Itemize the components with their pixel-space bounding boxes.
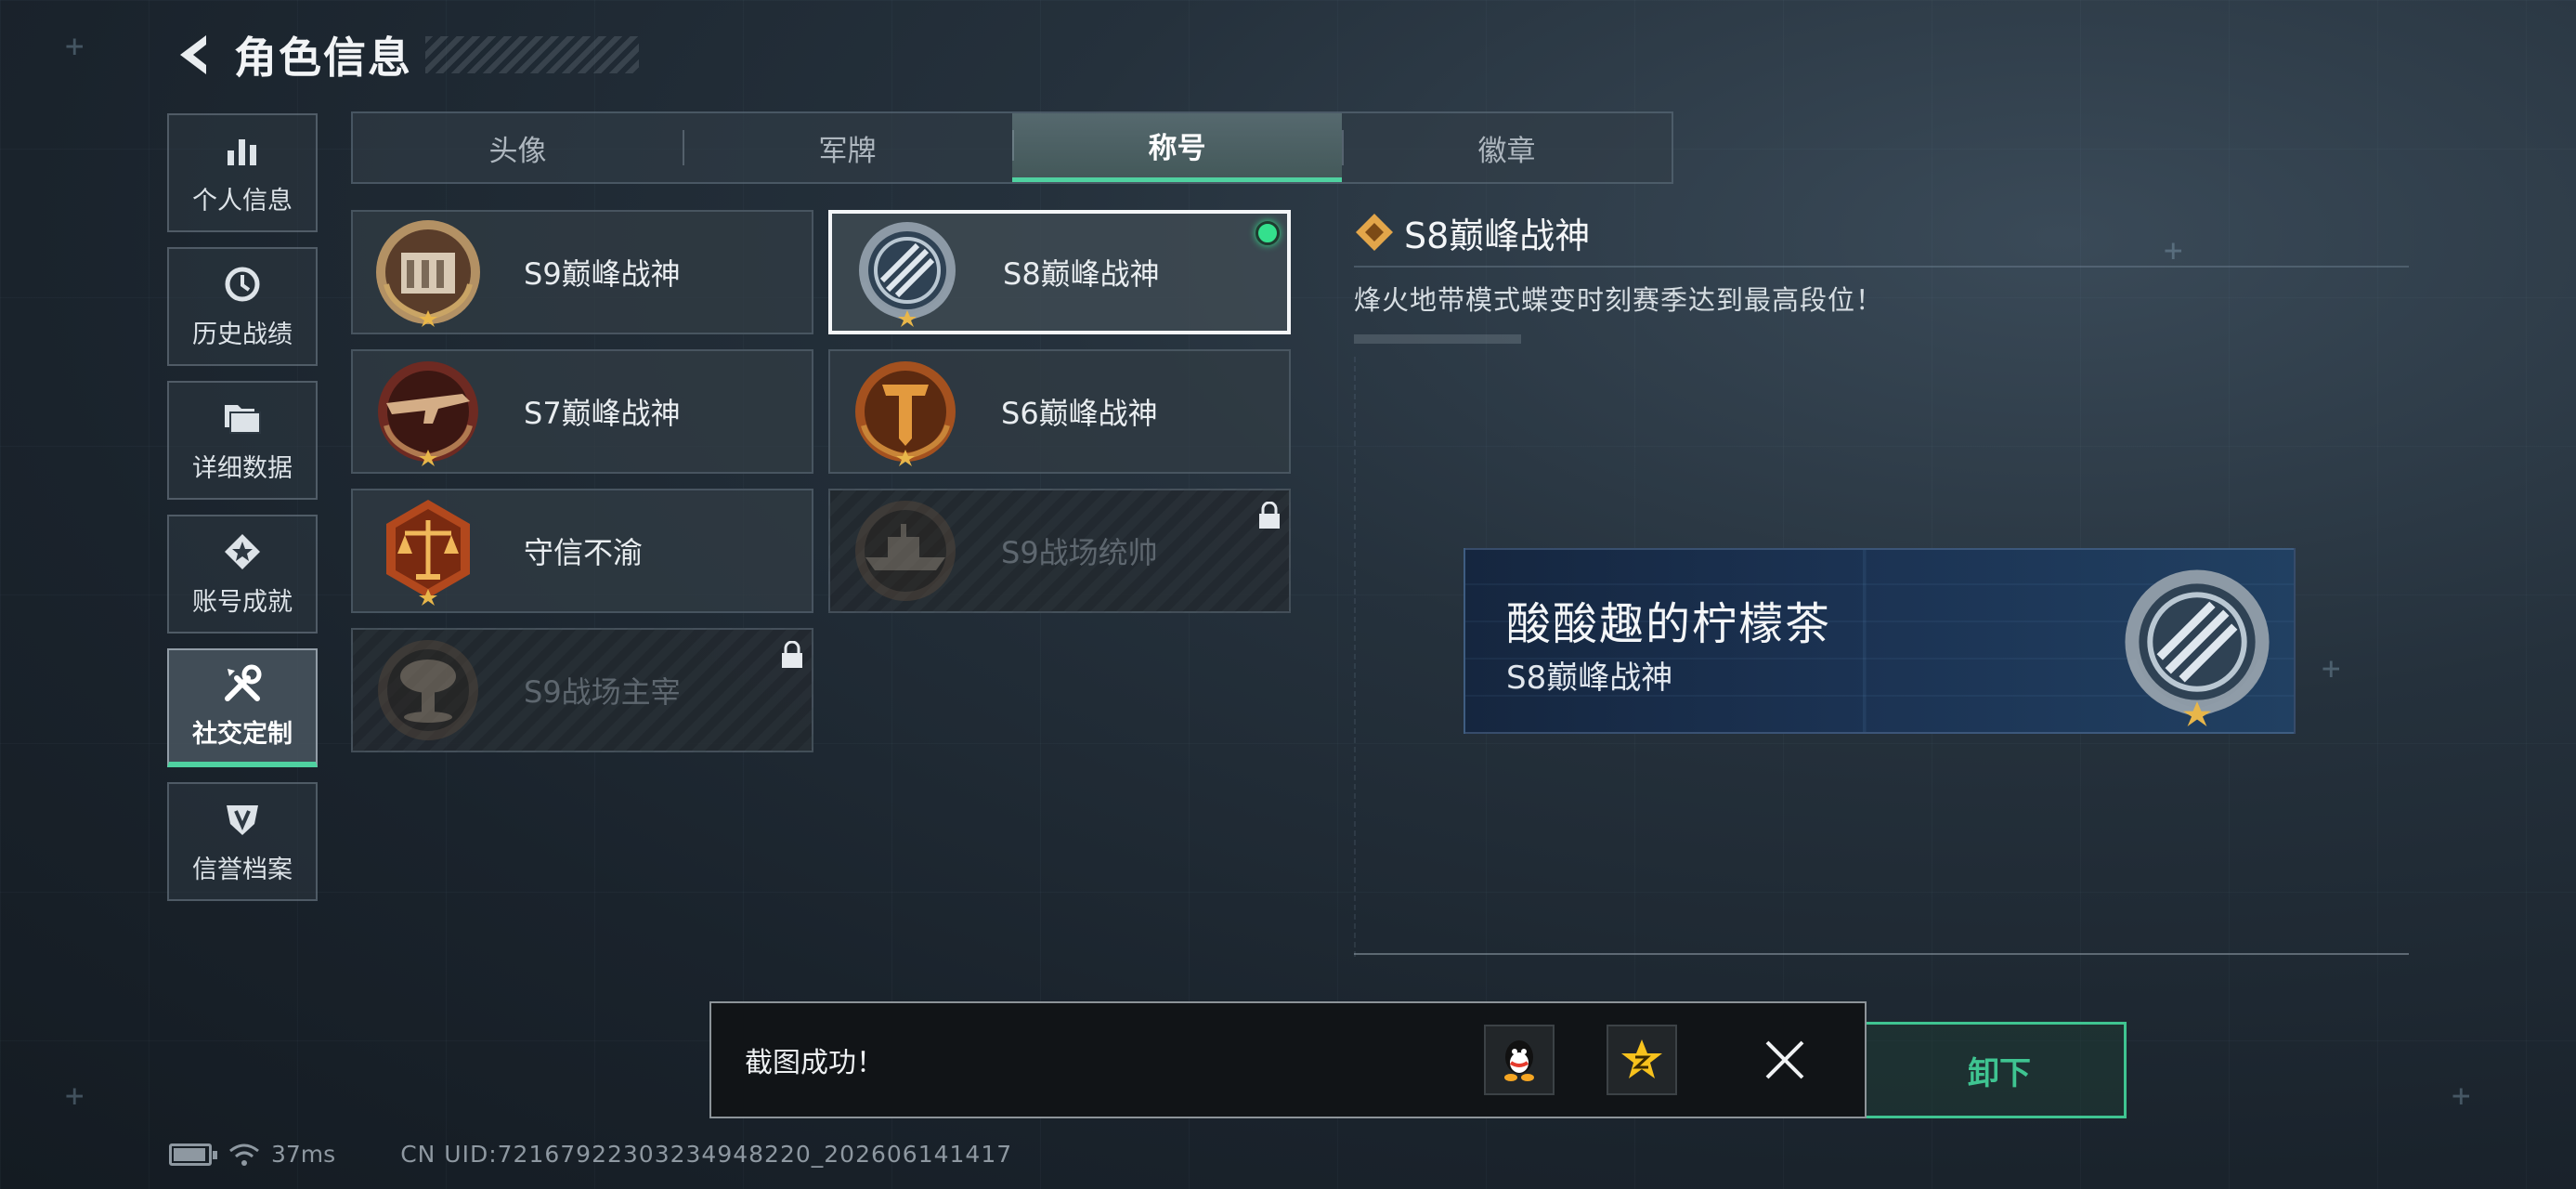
tools-icon bbox=[222, 663, 263, 704]
detail-subtext-blurred bbox=[1354, 334, 1521, 344]
nameplate-preview: 酸酸趣的柠檬茶 S8巅峰战神 bbox=[1464, 548, 2296, 734]
tab-bar: 头像 军牌 称号 徽章 bbox=[351, 111, 1673, 184]
title-card-label: S9巅峰战神 bbox=[524, 256, 681, 292]
title-card-label: 守信不渝 bbox=[524, 535, 644, 570]
crosshair-decoration: + bbox=[65, 28, 85, 65]
divider bbox=[1354, 266, 2409, 268]
sidebar: 个人信息 历史战绩 详细数据 账号成就 社交定制 信誉档案 bbox=[167, 113, 318, 916]
divider bbox=[1354, 953, 2409, 955]
title-card-s8-peak[interactable]: S8巅峰战神 bbox=[828, 210, 1291, 334]
sidebar-item-social-custom[interactable]: 社交定制 bbox=[167, 648, 318, 767]
crosshair-decoration: + bbox=[2452, 1078, 2471, 1115]
screenshot-toast: 截图成功！ bbox=[709, 1001, 1867, 1118]
nameplate-title: S8巅峰战神 bbox=[1506, 660, 1673, 697]
rifle-emblem-icon bbox=[373, 357, 483, 466]
title-card-trustworthy[interactable]: 守信不渝 bbox=[351, 489, 813, 613]
mushroom-cloud-emblem-icon bbox=[373, 635, 483, 745]
building-emblem-icon bbox=[373, 217, 483, 327]
ping-value: 37ms bbox=[271, 1141, 336, 1168]
detail-header: S8巅峰战神 bbox=[1354, 206, 2409, 258]
title-card-s7-peak[interactable]: S7巅峰战神 bbox=[351, 349, 813, 474]
title-card-label: S8巅峰战神 bbox=[1003, 256, 1160, 292]
lock-icon bbox=[782, 641, 802, 668]
shield-icon bbox=[222, 799, 263, 840]
crosshair-decoration: + bbox=[65, 1078, 85, 1115]
sidebar-item-achievements[interactable]: 账号成就 bbox=[167, 515, 318, 634]
title-card-s9-dominator[interactable]: S9战场主宰 bbox=[351, 628, 813, 752]
title-card-label: S9战场主宰 bbox=[524, 674, 681, 710]
battery-level-fill bbox=[174, 1147, 205, 1161]
detail-description: 烽火地带模式蝶变时刻赛季达到最高段位！ bbox=[1354, 284, 1884, 316]
page-title: 角色信息 bbox=[234, 33, 412, 83]
title-card-label: S9战场统帅 bbox=[1001, 535, 1158, 570]
back-button[interactable] bbox=[167, 28, 221, 82]
crossed-blades-emblem-icon bbox=[2115, 563, 2279, 726]
qq-penguin-icon bbox=[1504, 1040, 1534, 1081]
chevron-left-icon bbox=[180, 35, 206, 74]
sidebar-item-detailed-data[interactable]: 详细数据 bbox=[167, 381, 318, 500]
player-name: 酸酸趣的柠檬茶 bbox=[1506, 598, 1832, 650]
history-clock-icon bbox=[222, 264, 263, 305]
sidebar-item-label: 详细数据 bbox=[192, 453, 293, 483]
folder-icon bbox=[222, 398, 263, 438]
tab-badge[interactable]: 徽章 bbox=[1342, 113, 1672, 182]
sidebar-item-credit-record[interactable]: 信誉档案 bbox=[167, 782, 318, 901]
close-button[interactable] bbox=[1757, 1032, 1813, 1088]
sidebar-item-label: 信誉档案 bbox=[192, 855, 293, 884]
wifi-icon bbox=[229, 1143, 259, 1166]
share-qzone-button[interactable] bbox=[1607, 1025, 1677, 1095]
tab-avatar[interactable]: 头像 bbox=[353, 113, 683, 182]
qzone-star-icon bbox=[1621, 1039, 1662, 1078]
toast-message: 截图成功！ bbox=[745, 1047, 884, 1079]
status-bar: 37ms CN UID:7216792230323494822​0_202606… bbox=[169, 1141, 1012, 1168]
t-shield-emblem-icon bbox=[851, 357, 960, 466]
uid-text: CN UID:7216792230323494822​0_20260614141… bbox=[400, 1141, 1013, 1168]
unequip-button-label: 卸下 bbox=[1968, 1054, 2031, 1092]
title-card-label: S6巅峰战神 bbox=[1001, 396, 1158, 431]
battleship-emblem-icon bbox=[851, 496, 960, 606]
title-detail-panel: S8巅峰战神 烽火地带模式蝶变时刻赛季达到最高段位！ bbox=[1354, 206, 2409, 957]
page-header: 角色信息 bbox=[167, 22, 639, 87]
share-qq-button[interactable] bbox=[1484, 1025, 1555, 1095]
tab-title[interactable]: 称号 bbox=[1012, 113, 1342, 182]
sidebar-item-label: 社交定制 bbox=[192, 719, 293, 749]
sidebar-item-label: 账号成就 bbox=[192, 587, 293, 617]
tab-dogtag[interactable]: 军牌 bbox=[683, 113, 1012, 182]
diamond-icon bbox=[1356, 214, 1393, 251]
title-card-s9-peak[interactable]: S9巅峰战神 bbox=[351, 210, 813, 334]
detail-title-name: S8巅峰战神 bbox=[1404, 215, 1591, 256]
title-card-s9-commander[interactable]: S9战场统帅 bbox=[828, 489, 1291, 613]
title-card-label: S7巅峰战神 bbox=[524, 396, 681, 431]
lock-icon bbox=[1259, 502, 1280, 529]
bar-chart-icon bbox=[222, 130, 263, 171]
battery-icon bbox=[169, 1143, 217, 1166]
crossed-blades-emblem-icon bbox=[852, 217, 962, 327]
close-icon bbox=[1765, 1040, 1804, 1079]
title-card-s6-peak[interactable]: S6巅峰战神 bbox=[828, 349, 1291, 474]
sidebar-item-personal-info[interactable]: 个人信息 bbox=[167, 113, 318, 232]
sidebar-item-label: 个人信息 bbox=[192, 186, 293, 216]
title-decoration bbox=[425, 36, 639, 73]
equipped-indicator bbox=[1255, 221, 1280, 245]
sidebar-item-label: 历史战绩 bbox=[192, 320, 293, 349]
achievement-icon bbox=[222, 531, 263, 572]
sidebar-item-history[interactable]: 历史战绩 bbox=[167, 247, 318, 366]
scales-emblem-icon bbox=[373, 496, 483, 606]
